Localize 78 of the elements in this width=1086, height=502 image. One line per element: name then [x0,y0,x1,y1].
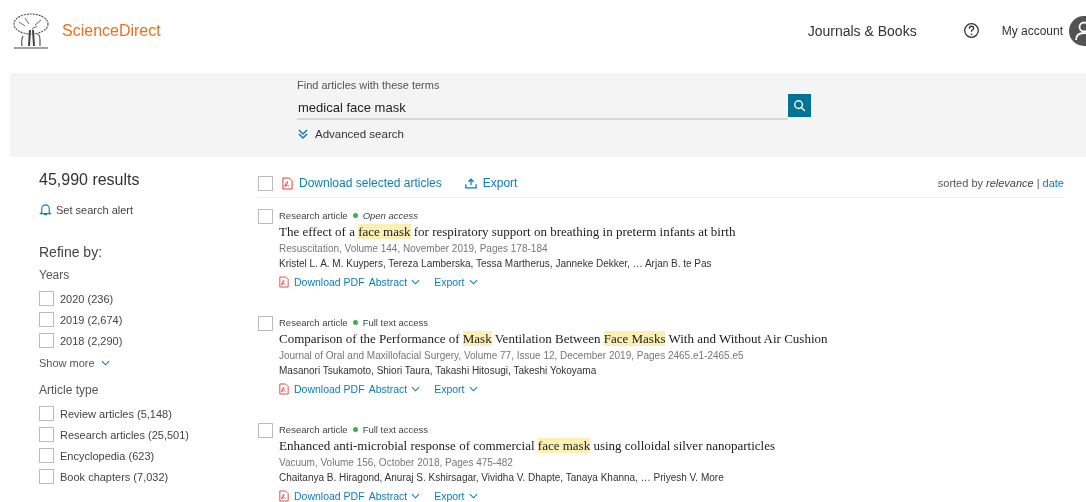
pdf-icon[interactable] [282,176,293,190]
sort-option[interactable]: date [1042,177,1064,189]
journals-books-link[interactable]: Journals & Books [807,22,917,39]
article-title-link[interactable]: Enhanced anti-microbial response of commercial face mask using colloidal silver nanoparticles [279,438,775,454]
article-source: Journal of Oral and Maxillofacial Surgery, Volume 77, Issue 12, December 2019, Pages 2465.e1-2465.e5 [279,350,745,361]
article-action-link[interactable]: Export [434,383,465,395]
chevron-down-icon[interactable] [468,386,478,392]
filter-label[interactable]: Review articles (5,148) [60,407,172,420]
filter-label[interactable]: 2020 (236) [60,292,114,305]
my-account-link[interactable]: My account [1001,23,1063,38]
download-selected-link[interactable]: Download selected articles [299,176,442,190]
filter-label[interactable]: Book chapters (7,032) [60,470,169,483]
filter-checkbox[interactable] [39,333,54,348]
filter-checkbox[interactable] [39,291,54,306]
chevron-down-icon[interactable] [411,493,421,499]
filter-label[interactable]: Encyclopedia (623) [60,449,155,462]
result-checkbox[interactable] [258,209,273,224]
sort-separator: | [1036,177,1040,189]
pdf-icon[interactable] [279,490,289,502]
access-dot-icon [352,319,358,325]
search-label: Find articles with these terms [297,79,441,93]
article-action-link[interactable]: Abstract [368,276,408,288]
article-action-link[interactable]: Download PDF [294,276,365,288]
article-source: Resuscitation, Volume 144, November 2019, Pages 178-184 [279,243,549,254]
article-action-link[interactable]: Export [434,276,465,288]
export-link[interactable]: Export [482,176,518,190]
search-field[interactable]: medical face mask [297,96,788,120]
pdf-icon[interactable] [279,276,289,288]
double-chevron-icon[interactable] [297,128,309,140]
chevron-down-icon[interactable] [411,386,421,392]
article-title-link[interactable]: Comparison of the Performance of Mask Ventilation Between Face Masks With and Without Air Cushion [279,331,828,347]
filter-checkbox[interactable] [39,406,54,421]
article-title-link[interactable]: The effect of a face mask for respiratory support on breathing in preterm infants at birth [279,224,736,240]
refine-heading: Refine by: [39,244,104,260]
access-dot-icon [352,426,358,432]
article-type: Research article [279,423,348,435]
chevron-down-icon[interactable] [468,279,478,285]
bell-icon[interactable] [39,203,52,216]
sort-label: sorted by [937,177,983,189]
access-label: Full text access [362,423,429,435]
filter-label[interactable]: Research articles (25,501) [60,428,189,441]
results-count: 45,990 results [39,171,141,189]
chevron-down-icon[interactable] [411,279,421,285]
tree-logo-icon[interactable] [11,11,51,50]
filter-checkbox[interactable] [39,427,54,442]
filter-label[interactable]: 2019 (2,674) [60,313,123,326]
access-label: Open access [362,209,419,221]
article-type: Research article [279,316,348,328]
help-icon[interactable] [962,22,980,39]
article-action-link[interactable]: Export [434,490,465,502]
article-action-link[interactable]: Download PDF [294,490,365,502]
article-action-link[interactable]: Download PDF [294,383,365,395]
access-label: Full text access [362,316,429,328]
result-checkbox[interactable] [258,316,273,331]
article-type: Research article [279,209,348,221]
result-checkbox[interactable] [258,423,273,438]
filter-checkbox[interactable] [39,469,54,484]
access-dot-icon [352,212,358,218]
filter-label[interactable]: 2018 (2,290) [60,334,123,347]
chevron-down-icon[interactable] [468,493,478,499]
article-authors: Kristel L. A. M. Kuypers, Tereza Lamberska, Tessa Martherus, Janneke Dekker, … Arjan B. te Pas [279,258,713,269]
article-authors: Masanori Tsukamoto, Shiori Taura, Takashi Hitosugi, Takeshi Yokoyama [279,365,598,376]
set-search-alert-link[interactable]: Set search alert [56,203,134,216]
filter-group-title: Years [39,268,71,282]
article-action-link[interactable]: Abstract [368,490,408,502]
article-source: Vacuum, Volume 156, October 2018, Pages 475-482 [279,457,514,468]
article-action-link[interactable]: Abstract [368,383,408,395]
filter-checkbox[interactable] [39,448,54,463]
sort-option[interactable]: relevance [986,177,1034,189]
pdf-icon[interactable] [279,383,289,395]
filter-checkbox[interactable] [39,312,54,327]
filter-group-title: Article type [39,383,100,397]
advanced-search-link[interactable]: Advanced search [315,128,404,140]
article-authors: Chaitanya B. Hiragond, Anuraj S. Kshirsagar, Vividha V. Dhapte, Tanaya Khanna, … Priyesh V. More [279,472,725,483]
show-more-link[interactable]: Show more [39,357,95,369]
upload-icon[interactable] [464,177,477,189]
select-all-checkbox[interactable] [258,175,273,191]
chevron-down-icon[interactable] [100,360,110,366]
